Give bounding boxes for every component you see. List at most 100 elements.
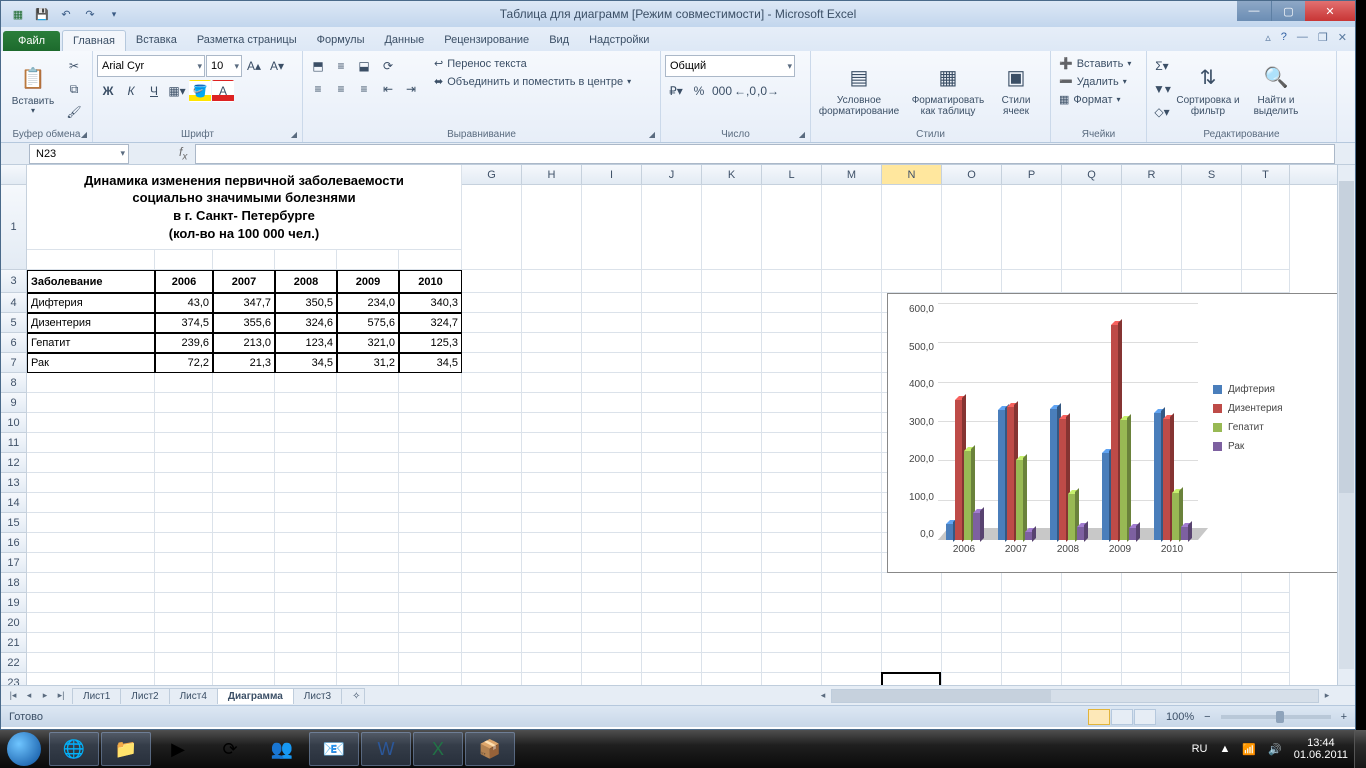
taskbar-app-icon[interactable]: 👥	[257, 732, 307, 766]
format-cells-button[interactable]: ▦Формат▾	[1055, 91, 1125, 108]
cell[interactable]	[822, 413, 882, 433]
cell[interactable]	[155, 513, 213, 533]
dialog-launcher-icon[interactable]: ◢	[288, 128, 300, 140]
cell[interactable]	[762, 493, 822, 513]
cell[interactable]	[942, 573, 1002, 593]
cell[interactable]	[702, 613, 762, 633]
cell[interactable]	[582, 553, 642, 573]
cell[interactable]	[337, 513, 399, 533]
cell[interactable]	[155, 673, 213, 685]
tray-flag-icon[interactable]: ▲	[1219, 743, 1230, 755]
cell[interactable]	[522, 593, 582, 613]
cell[interactable]	[642, 493, 702, 513]
delete-cells-button[interactable]: ➖Удалить▾	[1055, 73, 1131, 90]
dialog-launcher-icon[interactable]: ◢	[646, 128, 658, 140]
cell[interactable]	[522, 453, 582, 473]
cell[interactable]	[642, 293, 702, 313]
tab-next-icon[interactable]: ▸	[37, 688, 53, 704]
cell[interactable]	[762, 533, 822, 553]
cell[interactable]	[213, 433, 275, 453]
cell[interactable]	[337, 453, 399, 473]
row-header[interactable]: 12	[1, 453, 27, 473]
cell[interactable]	[642, 433, 702, 453]
cell[interactable]	[462, 373, 522, 393]
cell[interactable]	[27, 553, 155, 573]
scroll-right-icon[interactable]: ▸	[1319, 688, 1335, 704]
cell[interactable]	[762, 653, 822, 673]
cell[interactable]	[275, 493, 337, 513]
row-header[interactable]: 10	[1, 413, 27, 433]
cell[interactable]	[462, 433, 522, 453]
taskbar-explorer-icon[interactable]: 📁	[101, 732, 151, 766]
cell[interactable]	[275, 453, 337, 473]
decrease-decimal-icon[interactable]: ,0→	[757, 80, 779, 102]
cell[interactable]: 125,3	[399, 333, 462, 353]
cell[interactable]	[762, 333, 822, 353]
cell[interactable]: 575,6	[337, 313, 399, 333]
cell[interactable]	[399, 433, 462, 453]
cell[interactable]	[462, 353, 522, 373]
cell[interactable]	[1182, 270, 1242, 293]
cell[interactable]	[275, 553, 337, 573]
percent-icon[interactable]: %	[688, 80, 710, 102]
column-header[interactable]: P	[1002, 165, 1062, 184]
cell[interactable]	[337, 553, 399, 573]
cell[interactable]	[582, 413, 642, 433]
cell[interactable]	[702, 270, 762, 293]
sheet-tab[interactable]: Диаграмма	[217, 688, 294, 704]
cell[interactable]	[27, 493, 155, 513]
cell[interactable]: 2006	[155, 270, 213, 293]
column-header[interactable]: T	[1242, 165, 1290, 184]
cell[interactable]	[822, 653, 882, 673]
cell[interactable]	[1122, 673, 1182, 685]
row-header[interactable]: 17	[1, 553, 27, 573]
cell[interactable]	[27, 533, 155, 553]
tray-network-icon[interactable]: 📶	[1242, 743, 1256, 756]
cell[interactable]	[337, 473, 399, 493]
cell[interactable]	[213, 673, 275, 685]
cell[interactable]	[399, 473, 462, 493]
spreadsheet-grid[interactable]: ABCDEFGHIJKLMNOPQRST 13Заболевание200620…	[1, 165, 1355, 685]
cell[interactable]	[1182, 653, 1242, 673]
cell[interactable]: 21,3	[213, 353, 275, 373]
cell[interactable]	[822, 533, 882, 553]
cell[interactable]	[762, 553, 822, 573]
cell[interactable]	[213, 453, 275, 473]
fill-icon[interactable]: ▼▾	[1151, 78, 1173, 100]
formula-input[interactable]	[195, 144, 1335, 164]
cell[interactable]	[155, 493, 213, 513]
cell[interactable]: 2007	[213, 270, 275, 293]
cell[interactable]	[27, 653, 155, 673]
row-header[interactable]: 22	[1, 653, 27, 673]
cell[interactable]	[275, 513, 337, 533]
cell[interactable]	[822, 333, 882, 353]
cell[interactable]: 347,7	[213, 293, 275, 313]
zoom-level[interactable]: 100%	[1166, 711, 1194, 723]
cell[interactable]	[762, 413, 822, 433]
underline-icon[interactable]: Ч	[143, 80, 165, 102]
align-center-icon[interactable]: ≡	[330, 78, 352, 100]
cell[interactable]	[582, 593, 642, 613]
cell[interactable]	[522, 433, 582, 453]
cell[interactable]	[1002, 573, 1062, 593]
cell[interactable]: Дизентерия	[27, 313, 155, 333]
cell[interactable]	[462, 673, 522, 685]
cell[interactable]	[702, 513, 762, 533]
ribbon-tab-0[interactable]: Главная	[62, 30, 126, 51]
row-header[interactable]: 1	[1, 185, 27, 270]
cell[interactable]	[27, 633, 155, 653]
align-left-icon[interactable]: ≡	[307, 78, 329, 100]
cell[interactable]	[213, 553, 275, 573]
cell[interactable]	[642, 453, 702, 473]
cell[interactable]	[337, 633, 399, 653]
doc-close-icon[interactable]: ✕	[1338, 31, 1347, 44]
cell[interactable]	[337, 393, 399, 413]
cell[interactable]	[1242, 573, 1290, 593]
view-page-break-icon[interactable]	[1134, 709, 1156, 725]
cell[interactable]	[942, 633, 1002, 653]
cell[interactable]	[762, 313, 822, 333]
cell[interactable]	[822, 270, 882, 293]
minimize-button[interactable]: ―	[1237, 1, 1271, 21]
cell[interactable]	[882, 593, 942, 613]
cell[interactable]	[1062, 613, 1122, 633]
